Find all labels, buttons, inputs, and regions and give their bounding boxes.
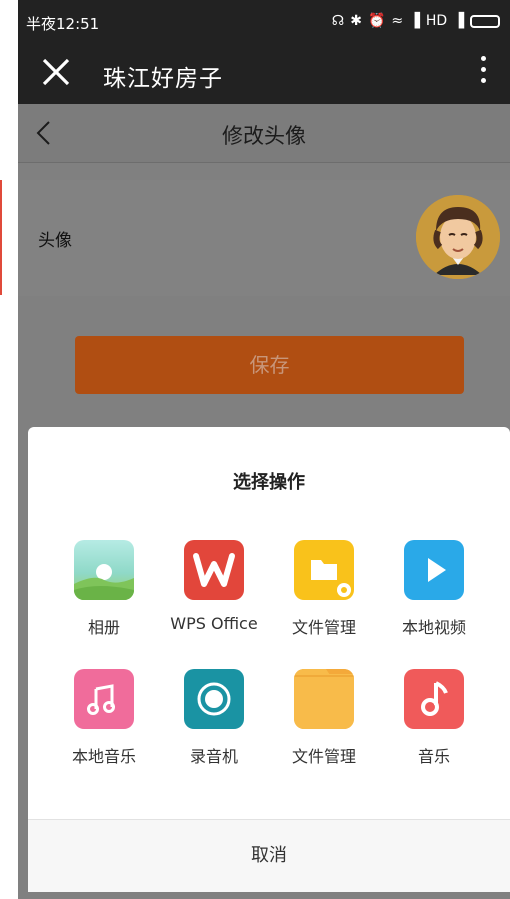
save-button[interactable]: 保存: [75, 336, 464, 394]
headphones-icon: ☊: [331, 13, 345, 29]
app-label-wps-office: WPS Office: [170, 614, 258, 633]
signal-icon: ▐: [409, 13, 420, 29]
status-time: 半夜12:51: [26, 15, 100, 33]
alarm-icon: ⏰: [367, 13, 386, 29]
app-local-music[interactable]: 本地音乐: [49, 669, 159, 767]
page-title: 修改头像: [222, 124, 306, 148]
app-recorder[interactable]: 录音机: [159, 669, 269, 767]
cancel-button[interactable]: 取消: [28, 820, 510, 892]
app-label-music: 音乐: [417, 747, 450, 766]
signal-icon-2: ▐: [453, 13, 464, 29]
app-gallery[interactable]: 相册: [49, 540, 159, 638]
page-nav-bar: 修改头像: [18, 104, 510, 163]
status-icons: ☊ ✱ ⏰ ≈ ▐ HD ▐: [332, 13, 500, 29]
wps-office-icon: [184, 540, 244, 600]
app-file-manager[interactable]: 文件管理: [269, 540, 379, 638]
recorder-icon: [184, 669, 244, 729]
bluetooth-icon: ✱: [350, 13, 362, 29]
video-play-icon: [404, 540, 464, 600]
action-sheet: 选择操作 相册 WPS Office 文件管理 本地视频 本地音乐 录音机 文件…: [28, 427, 510, 892]
app-label-recorder: 录音机: [189, 747, 238, 766]
wifi-icon: ≈: [391, 13, 404, 29]
avatar-row[interactable]: 头像: [18, 180, 510, 296]
app-label-file-manager-2: 文件管理: [291, 747, 356, 766]
network-type-label: HD: [425, 13, 448, 29]
sheet-title: 选择操作: [233, 472, 305, 493]
phone-screen: 半夜12:51 ☊ ✱ ⏰ ≈ ▐ HD ▐ 珠江好房子 修改头像 头像 保存 …: [18, 0, 510, 899]
avatar-label: 头像: [38, 231, 72, 251]
music-icon: [404, 669, 464, 729]
avatar[interactable]: [416, 195, 500, 279]
app-label-gallery: 相册: [87, 618, 120, 637]
battery-icon: [470, 14, 500, 28]
header-title: 珠江好房子: [103, 66, 223, 92]
folder-icon: [294, 540, 354, 600]
app-header: 珠江好房子: [18, 44, 510, 104]
app-music[interactable]: 音乐: [379, 669, 489, 767]
gallery-icon: [74, 540, 134, 600]
app-file-manager-2[interactable]: 文件管理: [269, 669, 379, 767]
music-note-icon: [74, 669, 134, 729]
app-label-file-manager: 文件管理: [291, 618, 356, 637]
close-icon[interactable]: [38, 54, 74, 90]
avatar-image: [416, 195, 500, 279]
left-edge-marker: [0, 180, 2, 295]
more-icon[interactable]: [481, 56, 486, 83]
folder-icon: [294, 669, 354, 729]
app-label-local-video: 本地视频: [401, 618, 466, 637]
app-local-video[interactable]: 本地视频: [379, 540, 489, 638]
app-wps-office[interactable]: WPS Office: [159, 540, 269, 633]
app-label-local-music: 本地音乐: [71, 747, 136, 766]
status-bar: 半夜12:51 ☊ ✱ ⏰ ≈ ▐ HD ▐: [18, 0, 510, 44]
